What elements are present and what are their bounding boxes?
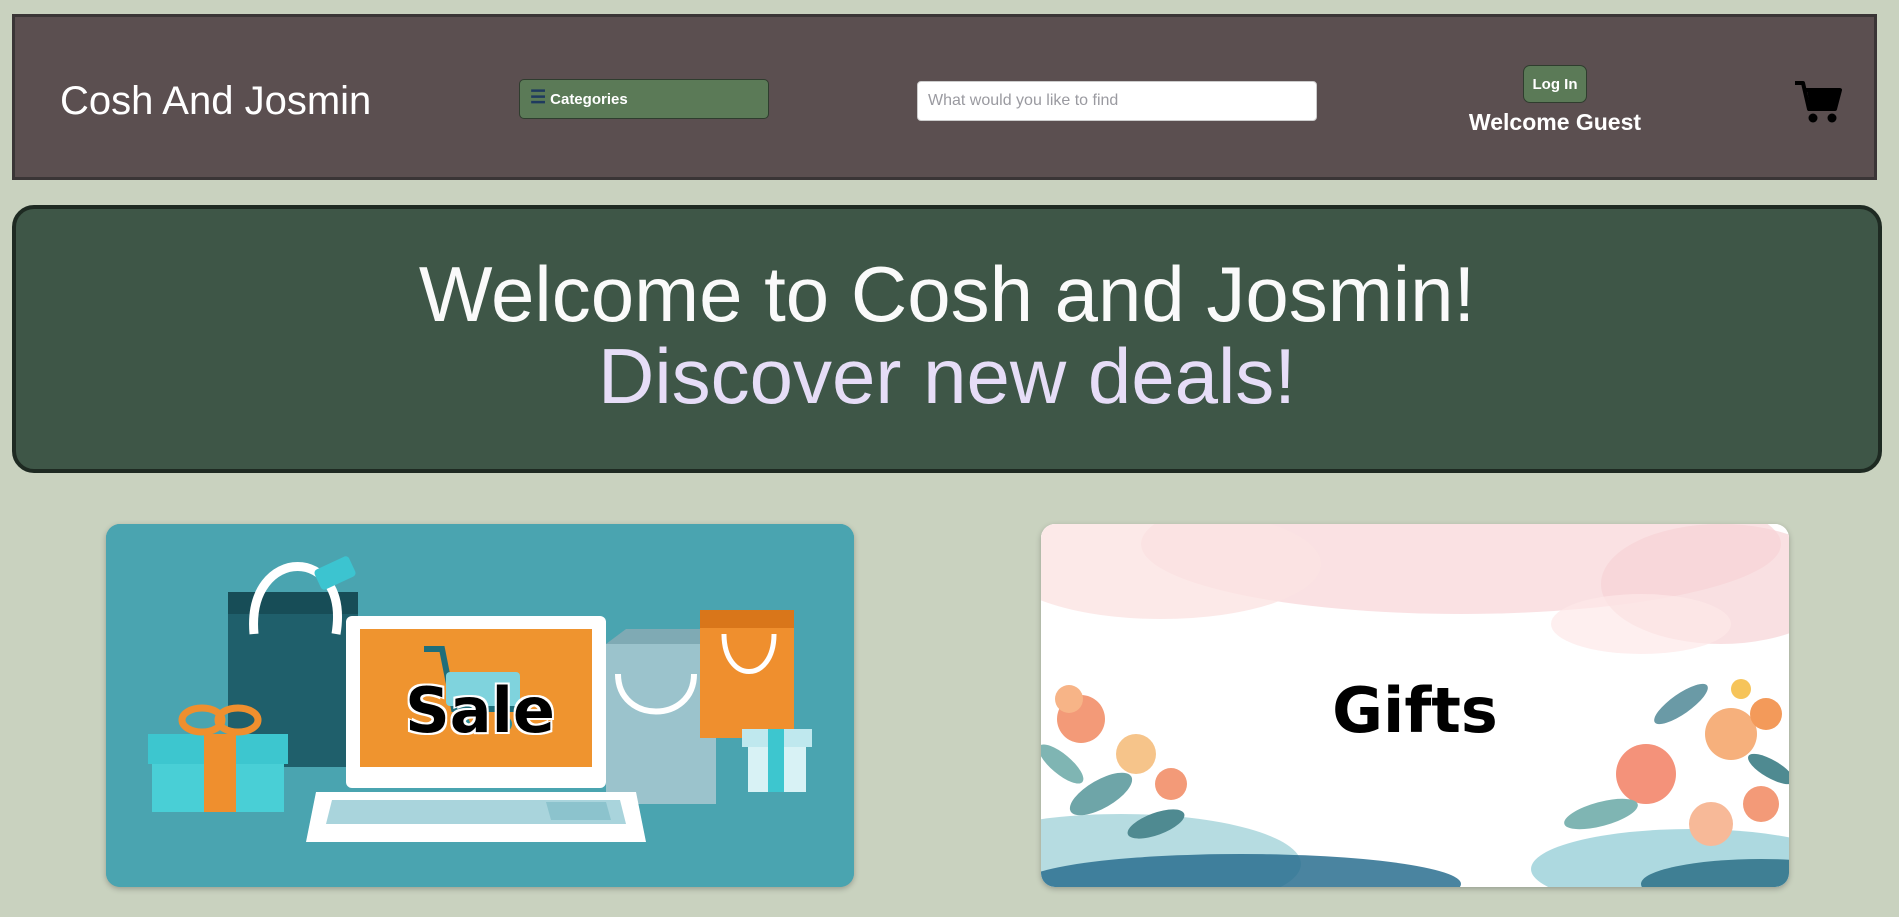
shopping-cart-icon[interactable]: [1793, 79, 1843, 125]
sale-label: Sale: [405, 674, 555, 747]
categories-label: Categories: [550, 90, 628, 108]
sale-card[interactable]: Sale: [106, 524, 854, 887]
gifts-label: Gifts: [1332, 674, 1498, 747]
hero-title: Welcome to Cosh and Josmin!: [418, 250, 1476, 338]
brand-logo[interactable]: Cosh And Josmin: [60, 79, 371, 124]
welcome-guest-text: Welcome Guest: [1468, 109, 1642, 135]
hero-subtitle: Discover new deals!: [598, 332, 1296, 420]
gifts-card[interactable]: Gifts: [1041, 524, 1789, 887]
login-button[interactable]: Log In: [1523, 65, 1587, 103]
hamburger-icon: ☰: [530, 86, 547, 107]
search-input[interactable]: [917, 81, 1317, 121]
categories-button[interactable]: ☰ Categories: [519, 79, 769, 119]
hero-banner: Welcome to Cosh and Josmin! Discover new…: [12, 205, 1882, 473]
site-header: Cosh And Josmin ☰ Categories Log In Welc…: [12, 14, 1877, 180]
